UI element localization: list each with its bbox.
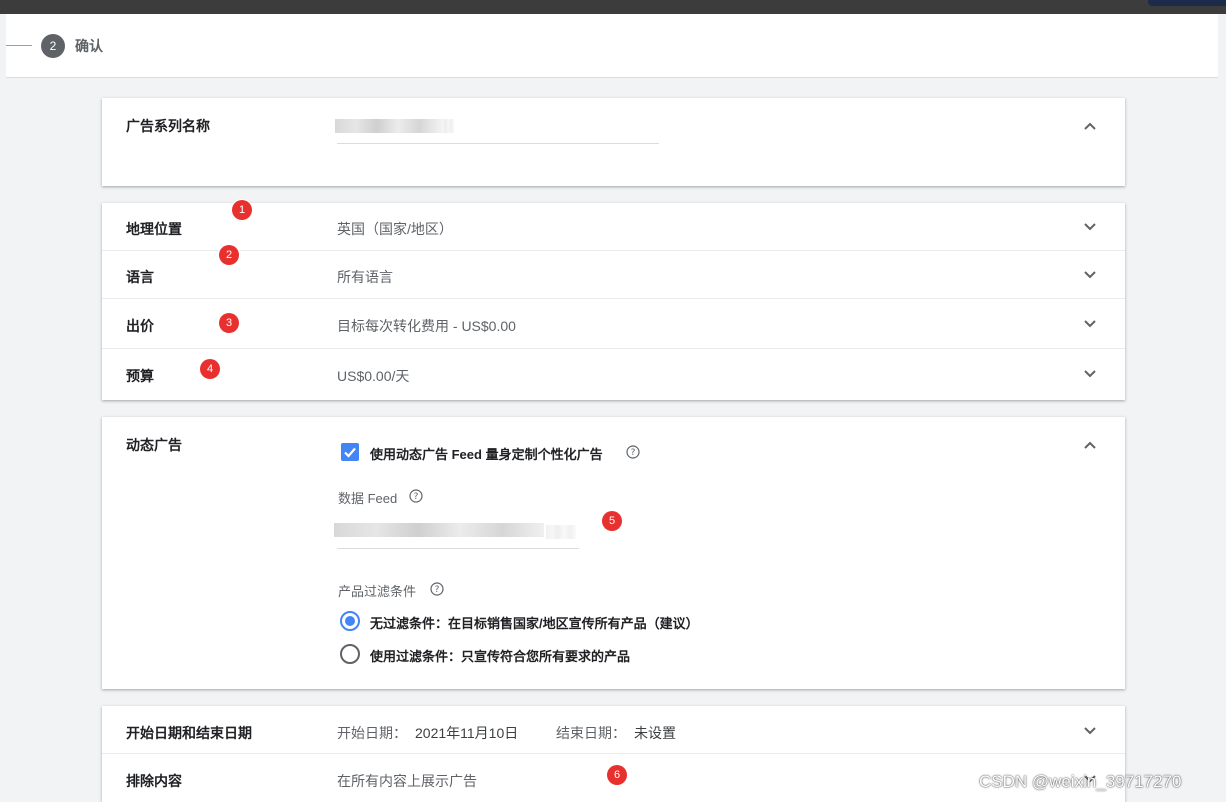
annotation-badge: 3	[219, 313, 239, 333]
step-label: 确认	[75, 37, 103, 54]
dynamic-feed-checkbox[interactable]	[341, 443, 359, 461]
help-icon[interactable]: ?	[430, 582, 444, 596]
campaign-name-redacted-tail	[440, 119, 454, 133]
settings-card: 地理位置 英国（国家/地区） 语言 所有语言 出价 目标每次转化费用 - US$…	[102, 203, 1125, 400]
svg-text:?: ?	[414, 492, 419, 502]
annotation-badge: 1	[232, 200, 252, 220]
campaign-name-input-underline[interactable]	[337, 143, 659, 144]
radio-no-filter-label[interactable]: 无过滤条件：在目标销售国家/地区宣传所有产品（建议）	[370, 613, 699, 632]
chevron-down-icon[interactable]	[1083, 220, 1097, 234]
language-value: 所有语言	[337, 269, 393, 285]
settings-row-location[interactable]: 地理位置 英国（国家/地区）	[102, 203, 1125, 251]
annotation-badge: 4	[200, 359, 220, 379]
dates-label: 开始日期和结束日期	[126, 725, 252, 741]
start-date-value: 2021年11月10日	[415, 725, 519, 741]
top-bar-accent	[1148, 0, 1226, 6]
annotation-badge: 6	[607, 765, 627, 785]
data-feed-input-underline[interactable]	[337, 548, 579, 549]
radio-use-filter-label[interactable]: 使用过滤条件：只宣传符合您所有要求的产品	[370, 646, 630, 665]
chevron-down-icon[interactable]	[1083, 367, 1097, 381]
svg-text:?: ?	[631, 448, 636, 458]
chevron-down-icon[interactable]	[1083, 724, 1097, 738]
stepper: 2 确认	[6, 14, 1218, 78]
start-date-prefix: 开始日期：	[337, 725, 407, 741]
end-date-prefix: 结束日期：	[556, 725, 626, 741]
data-feed-redacted-value	[334, 523, 544, 537]
help-icon[interactable]: ?	[409, 489, 423, 503]
end-date-value: 未设置	[634, 725, 676, 741]
language-label: 语言	[126, 269, 154, 285]
watermark-text: CSDN @weixin_39717270	[979, 772, 1182, 791]
radio-use-filter[interactable]	[340, 644, 360, 664]
campaign-name-label: 广告系列名称	[126, 118, 210, 134]
budget-label: 预算	[126, 368, 154, 384]
campaign-name-card[interactable]: 广告系列名称	[102, 98, 1125, 186]
settings-row-budget[interactable]: 预算 US$0.00/天	[102, 349, 1125, 400]
stepper-connector-line	[6, 45, 32, 46]
budget-value: US$0.00/天	[337, 368, 410, 384]
svg-text:?: ?	[435, 585, 440, 595]
chevron-down-icon[interactable]	[1083, 268, 1097, 282]
exclusions-value: 在所有内容上展示广告	[337, 773, 477, 789]
radio-no-filter[interactable]	[340, 611, 360, 631]
settings-row-language[interactable]: 语言 所有语言	[102, 251, 1125, 299]
data-feed-label: 数据 Feed	[338, 491, 398, 506]
window-top-bar	[0, 0, 1226, 14]
chevron-down-icon[interactable]	[1083, 317, 1097, 331]
data-feed-redacted-tail	[546, 525, 576, 539]
product-filter-label: 产品过滤条件	[338, 584, 417, 599]
schedule-card: 开始日期和结束日期 开始日期： 2021年11月10日 结束日期： 未设置 排除…	[102, 706, 1125, 802]
chevron-up-icon[interactable]	[1083, 438, 1097, 452]
settings-row-bidding[interactable]: 出价 目标每次转化费用 - US$0.00	[102, 299, 1125, 349]
annotation-badge: 5	[602, 511, 622, 531]
chevron-up-icon[interactable]	[1083, 119, 1097, 133]
help-icon[interactable]: ?	[626, 445, 640, 459]
step-number-circle: 2	[41, 33, 65, 58]
annotation-badge: 2	[219, 245, 239, 265]
schedule-row-dates[interactable]: 开始日期和结束日期 开始日期： 2021年11月10日 结束日期： 未设置	[102, 706, 1125, 754]
exclusions-label: 排除内容	[126, 773, 182, 789]
dynamic-ads-card: 动态广告 使用动态广告 Feed 量身定制个性化广告 ? 数据 Feed ? 产…	[102, 417, 1125, 689]
dynamic-feed-checkbox-label[interactable]: 使用动态广告 Feed 量身定制个性化广告	[370, 444, 603, 463]
location-value: 英国（国家/地区）	[337, 221, 453, 237]
bidding-value: 目标每次转化费用 - US$0.00	[337, 318, 516, 334]
bidding-label: 出价	[126, 318, 154, 334]
dynamic-ads-label: 动态广告	[126, 437, 182, 453]
campaign-name-redacted-value	[335, 119, 440, 133]
location-label: 地理位置	[126, 221, 182, 237]
